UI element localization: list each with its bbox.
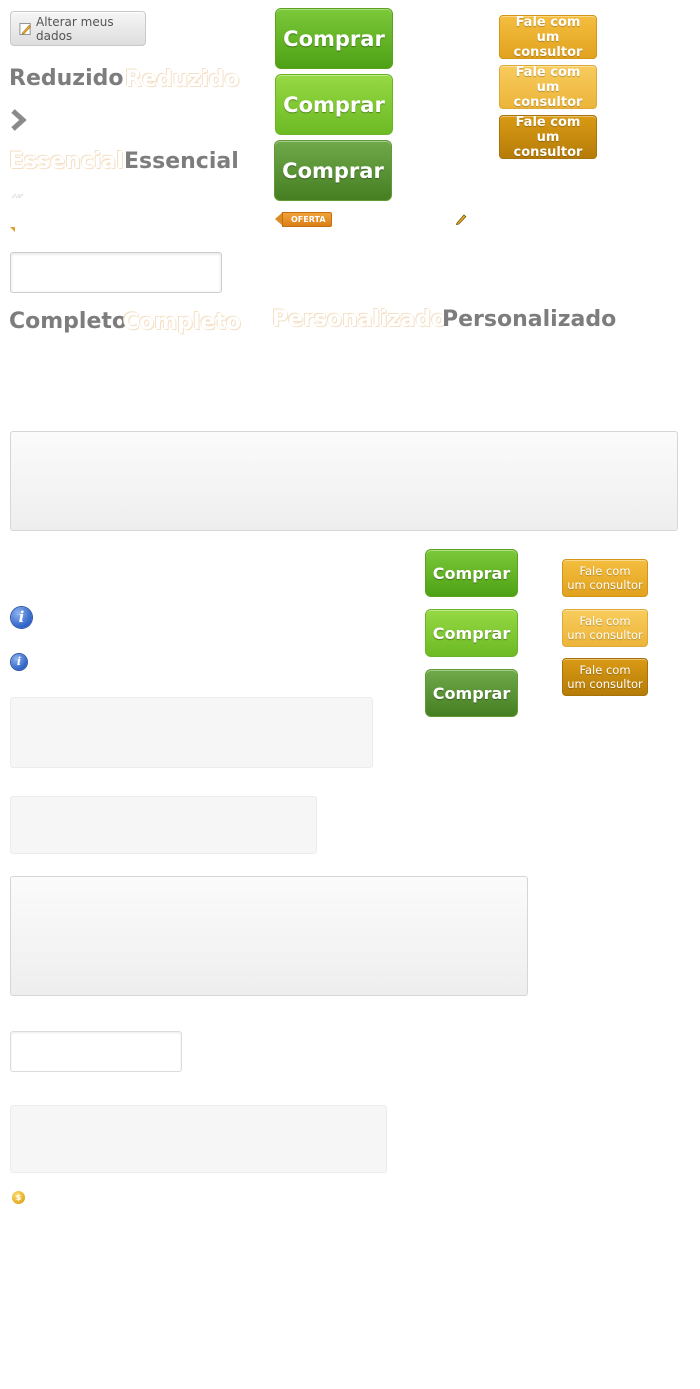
- plan-personalizado-label: Personalizado: [442, 307, 617, 332]
- plan-reduzido-label: Reduzido: [9, 66, 124, 91]
- fale-com-consultor-button[interactable]: Fale com um consultor: [499, 14, 597, 60]
- consult-line1: Fale com: [515, 14, 581, 30]
- comprar-button-small[interactable]: Comprar: [425, 549, 518, 597]
- consult-line1: Fale com: [579, 564, 631, 578]
- chevron-right-icon[interactable]: [10, 109, 28, 131]
- alterar-meus-dados-label: Alterar meus dados: [35, 14, 114, 43]
- panel-c: [10, 876, 528, 996]
- alterar-meus-dados-button[interactable]: Alterar meus dados: [10, 11, 146, 46]
- coin-icon: $: [12, 1191, 25, 1204]
- comprar-button-active[interactable]: Comprar: [274, 140, 392, 201]
- consult-line1: Fale com: [579, 614, 631, 628]
- consult-line2: um consultor: [513, 79, 583, 110]
- comprar-button-small-active[interactable]: Comprar: [425, 669, 518, 717]
- fale-com-consultor-button-small-active[interactable]: Fale com um consultor: [562, 658, 648, 696]
- plan-essencial-label: Essencial: [124, 149, 239, 174]
- consult-line1: Fale com: [579, 663, 631, 677]
- comprar-button-small-hover[interactable]: Comprar: [425, 609, 518, 657]
- consult-line2: um consultor: [567, 578, 643, 592]
- panel-d: [10, 1105, 387, 1173]
- pencil-note-icon: [19, 22, 32, 35]
- plan-personalizado-label-light: Personalizado: [272, 307, 447, 332]
- oferta-tag: OFERTA: [282, 212, 332, 227]
- plan-completo-label: Completo: [9, 309, 128, 334]
- plan-reduzido-label-light: Reduzido: [125, 67, 240, 92]
- consult-line1: Fale com: [515, 114, 581, 130]
- comprar-button[interactable]: Comprar: [275, 8, 393, 69]
- info-icon-small[interactable]: i: [11, 654, 27, 670]
- fale-com-consultor-button-active[interactable]: Fale com um consultor: [499, 114, 597, 160]
- corner-mark-icon: [10, 227, 15, 232]
- info-icon[interactable]: i: [11, 607, 32, 628]
- fale-com-consultor-button-hover[interactable]: Fale com um consultor: [499, 64, 597, 110]
- consult-line2: um consultor: [567, 628, 643, 642]
- consult-line2: um consultor: [567, 677, 643, 691]
- fale-com-consultor-button-small-hover[interactable]: Fale com um consultor: [562, 609, 648, 647]
- consult-line2: um consultor: [513, 29, 583, 60]
- consult-line2: um consultor: [513, 129, 583, 160]
- plan-essencial-label-light: Essencial: [9, 149, 124, 174]
- panel-wide: [10, 431, 678, 531]
- panel-b: [10, 796, 317, 854]
- double-chevron-icon: [11, 193, 24, 199]
- panel-a: [10, 697, 373, 768]
- fale-com-consultor-button-small[interactable]: Fale com um consultor: [562, 559, 648, 597]
- plan-completo-label-light: Completo: [123, 310, 242, 335]
- small-input[interactable]: [10, 1031, 182, 1072]
- consult-line1: Fale com: [515, 64, 581, 80]
- comprar-button-hover[interactable]: Comprar: [275, 74, 393, 135]
- text-input[interactable]: [10, 252, 222, 293]
- pencil-icon[interactable]: [455, 213, 467, 225]
